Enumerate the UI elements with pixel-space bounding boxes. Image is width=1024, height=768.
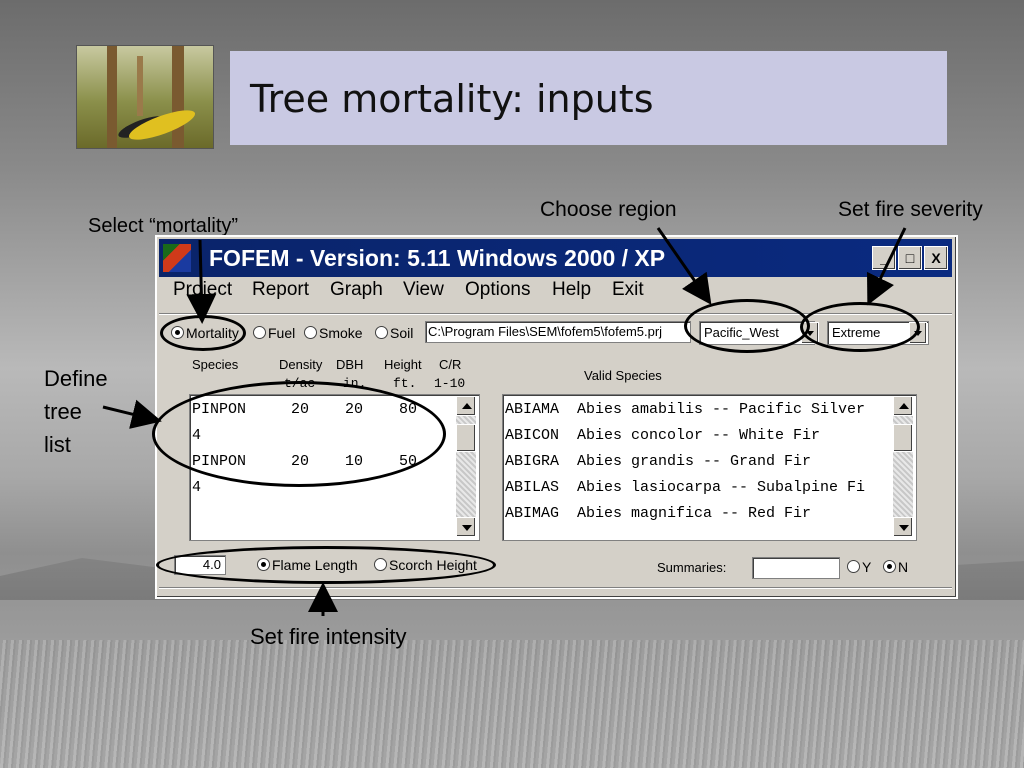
arrow-set-fire-severity — [867, 227, 907, 306]
annotation-arrows — [102, 227, 907, 616]
arrow-choose-region — [656, 227, 712, 305]
arrow-define-tree-list — [102, 399, 162, 429]
arrow-select-mortality — [186, 239, 217, 324]
